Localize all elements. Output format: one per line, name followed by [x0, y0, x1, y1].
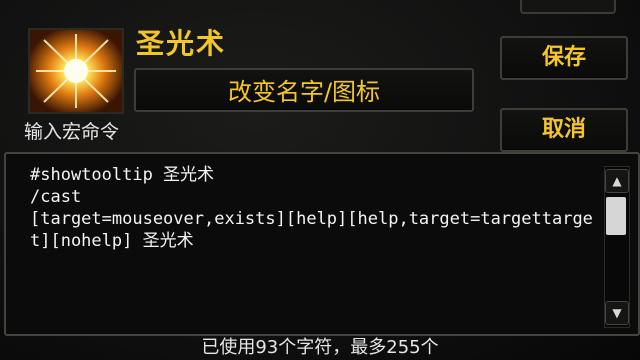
scroll-down-arrow-icon[interactable]: ▼: [605, 301, 629, 325]
change-name-icon-button[interactable]: 改变名字/图标: [134, 68, 474, 112]
scroll-up-arrow-icon[interactable]: ▲: [605, 169, 629, 193]
macro-edit-window: 圣光术 改变名字/图标 保存 取消 输入宏命令 #showtooltip 圣光术…: [0, 0, 640, 360]
macro-text-editor[interactable]: #showtooltip 圣光术 /cast [target=mouseover…: [4, 152, 640, 336]
macro-text[interactable]: #showtooltip 圣光术 /cast [target=mouseover…: [30, 164, 600, 252]
scroll-thumb[interactable]: [606, 197, 626, 235]
save-button[interactable]: 保存: [500, 36, 628, 80]
macro-command-label: 输入宏命令: [24, 121, 120, 143]
top-button-edge: [520, 0, 616, 14]
holy-light-icon: [30, 30, 122, 112]
editor-scrollbar[interactable]: ▲ ▼: [604, 166, 630, 328]
macro-name-title: 圣光术: [136, 27, 227, 60]
character-count-status: 已使用93个字符，最多255个: [201, 337, 439, 358]
cancel-button[interactable]: 取消: [500, 108, 628, 152]
macro-icon[interactable]: [28, 28, 124, 114]
